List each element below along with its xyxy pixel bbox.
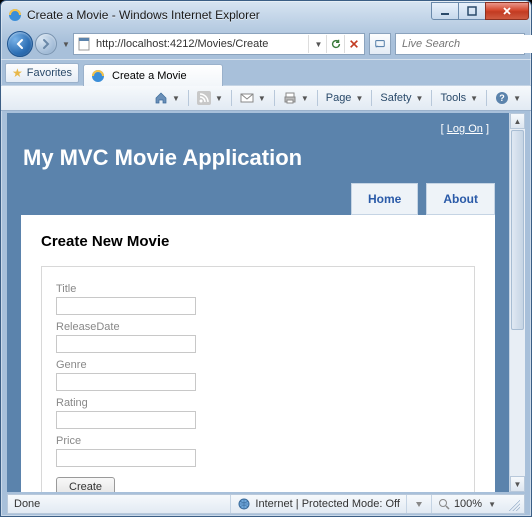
ie-logo-icon [7, 7, 23, 23]
close-button[interactable] [485, 2, 529, 20]
minimize-button[interactable] [431, 2, 459, 20]
search-input[interactable] [400, 35, 532, 53]
tab-label: Create a Movie [112, 70, 187, 82]
logon-link[interactable]: Log On [447, 123, 483, 135]
maximize-button[interactable] [458, 2, 486, 20]
feeds-cmd-button[interactable]: ▼ [193, 88, 227, 108]
refresh-button[interactable] [326, 35, 344, 53]
page-cmd-label: Page [326, 92, 352, 104]
mail-cmd-button[interactable]: ▼ [236, 88, 270, 108]
nav-home[interactable]: Home [351, 183, 418, 215]
home-icon [154, 91, 168, 105]
form-fieldset: Title ReleaseDate Genre Rating Price Cre… [41, 266, 475, 492]
zoom-icon [438, 498, 450, 510]
print-cmd-button[interactable]: ▼ [279, 88, 313, 108]
favorites-label: Favorites [27, 67, 72, 79]
help-icon: ? [495, 91, 509, 105]
globe-icon [237, 497, 251, 511]
shield-dropdown-icon [413, 498, 425, 510]
vertical-scrollbar[interactable]: ▲ ▼ [509, 113, 525, 492]
app-title: My MVC Movie Application [23, 145, 495, 171]
main-panel: Create New Movie Title ReleaseDate Genre… [21, 215, 495, 492]
nav-about[interactable]: About [426, 183, 495, 215]
input-rating[interactable] [56, 411, 196, 429]
status-bar: Done Internet | Protected Mode: Off 100%… [7, 494, 525, 514]
resize-grip[interactable] [506, 497, 520, 511]
favorites-row: ★ Favorites Create a Movie [1, 59, 531, 85]
tools-cmd-label: Tools [440, 92, 466, 104]
address-bar: ▼ [73, 33, 365, 55]
svg-text:?: ? [499, 93, 505, 103]
scroll-thumb[interactable] [511, 130, 524, 330]
input-genre[interactable] [56, 373, 196, 391]
label-releasedate: ReleaseDate [56, 321, 460, 333]
input-title[interactable] [56, 297, 196, 315]
site-nav: Home About [21, 183, 495, 215]
forward-button[interactable] [35, 33, 57, 55]
status-zoom[interactable]: 100% ▼ [431, 495, 502, 513]
status-text: Done [12, 498, 40, 510]
home-cmd-button[interactable]: ▼ [150, 88, 184, 108]
ie-window: Create a Movie - Windows Internet Explor… [0, 0, 532, 517]
status-protected-toggle[interactable] [406, 495, 431, 513]
nav-history-dropdown[interactable]: ▼ [59, 40, 71, 49]
back-button[interactable] [7, 31, 33, 57]
scroll-down-button[interactable]: ▼ [510, 476, 525, 492]
safety-cmd-menu[interactable]: Safety▼ [376, 88, 427, 108]
page-icon [76, 36, 92, 52]
command-bar: ▼ ▼ ▼ ▼ Page▼ Safety▼ Tools▼ ? [1, 85, 531, 111]
input-releasedate[interactable] [56, 335, 196, 353]
compat-view-button[interactable] [369, 33, 391, 55]
address-dropdown[interactable]: ▼ [308, 35, 326, 53]
browser-tab[interactable]: Create a Movie [83, 64, 223, 86]
tools-cmd-menu[interactable]: Tools▼ [436, 88, 482, 108]
label-price: Price [56, 435, 460, 447]
label-title: Title [56, 283, 460, 295]
stop-button[interactable] [344, 35, 362, 53]
rss-icon [197, 91, 211, 105]
page-cmd-menu[interactable]: Page▼ [322, 88, 368, 108]
help-cmd-button[interactable]: ? ▼ [491, 88, 525, 108]
search-box: ▼ [395, 33, 525, 55]
web-page: [ Log On ] My MVC Movie Application Home… [7, 113, 509, 492]
favorites-button[interactable]: ★ Favorites [5, 63, 79, 83]
titlebar: Create a Movie - Windows Internet Explor… [1, 1, 531, 29]
scroll-up-button[interactable]: ▲ [510, 113, 525, 129]
label-rating: Rating [56, 397, 460, 409]
nav-row: ▼ ▼ ▼ [1, 29, 531, 59]
input-price[interactable] [56, 449, 196, 467]
create-button[interactable]: Create [56, 477, 115, 492]
logon-row: [ Log On ] [21, 121, 495, 141]
page-heading: Create New Movie [41, 233, 475, 250]
print-icon [283, 91, 297, 105]
window-controls [432, 2, 529, 20]
tab-page-icon [90, 68, 106, 84]
label-genre: Genre [56, 359, 460, 371]
mail-icon [240, 91, 254, 105]
status-zone[interactable]: Internet | Protected Mode: Off [230, 495, 406, 513]
safety-cmd-label: Safety [380, 92, 411, 104]
window-title: Create a Movie - Windows Internet Explor… [27, 8, 260, 22]
star-icon: ★ [12, 66, 23, 80]
content-viewport: [ Log On ] My MVC Movie Application Home… [7, 113, 525, 492]
address-input[interactable] [94, 35, 308, 53]
